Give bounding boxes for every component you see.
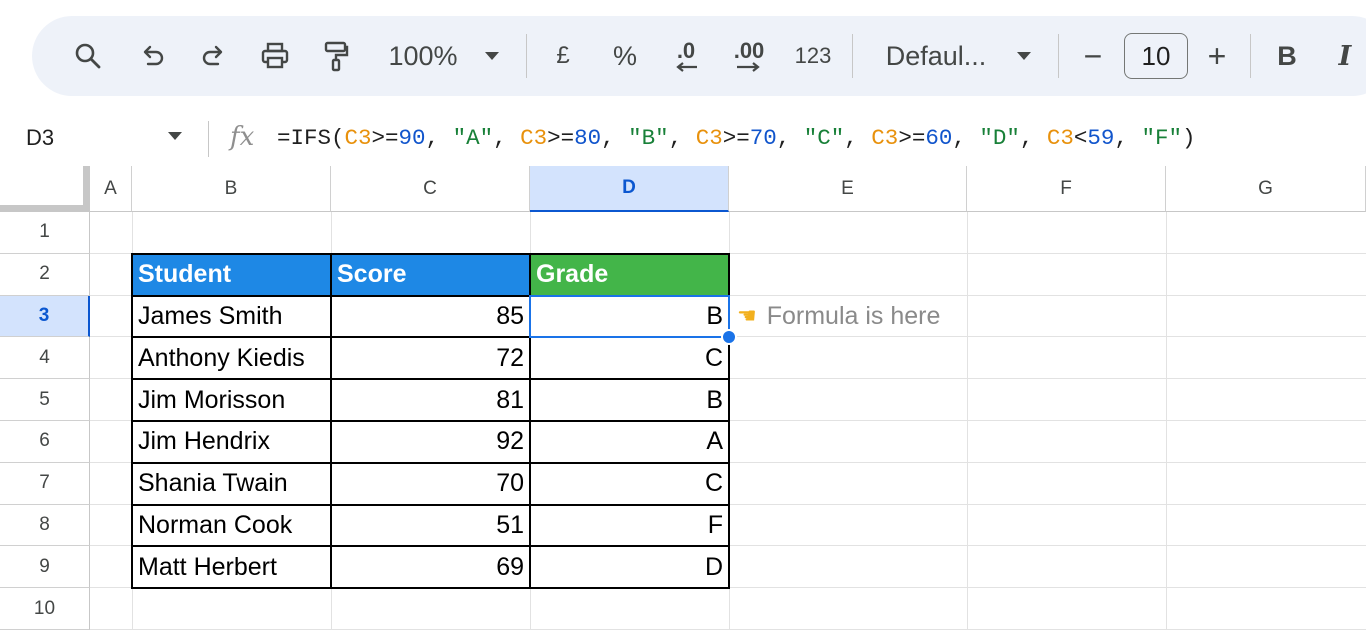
row-header-2[interactable]: 2 [0,253,90,296]
row-header-9[interactable]: 9 [0,546,90,589]
select-all-corner[interactable] [0,166,90,212]
formula-token: ) [1181,125,1196,151]
percent-button[interactable]: % [608,16,642,96]
formula-token: =IFS( [277,125,345,151]
formula-note: ☚ Formula is here [737,296,940,338]
row-header-8[interactable]: 8 [0,504,90,547]
toolbar-divider [852,34,853,78]
column-header-b[interactable]: B [132,166,331,212]
column-header-e[interactable]: E [729,166,967,212]
row-header-10[interactable]: 10 [0,588,90,630]
table-border-horizontal [132,461,729,464]
row-header-3[interactable]: 3 [0,295,90,338]
table-border-horizontal [132,545,729,548]
row-header-6[interactable]: 6 [0,421,90,463]
column-header-g[interactable]: G [1166,166,1366,212]
row-header-1[interactable]: 1 [0,212,90,254]
column-header-d[interactable]: D [530,166,729,212]
decrease-decimal-button[interactable]: .0 [666,16,706,96]
formula-token: "F" [1141,125,1182,151]
formula-token: , [776,125,804,151]
gridline-vertical [1166,212,1167,630]
formula-token: "C" [803,125,845,151]
formula-token: 80 [574,125,602,151]
freeze-row-handle[interactable] [0,205,90,211]
increase-decimal-label: .00 [733,38,765,63]
chevron-down-icon[interactable] [480,16,504,96]
decrease-font-size-button[interactable]: − [1078,16,1108,96]
formula-note-text: Formula is here [766,301,941,330]
formula-token: "A" [452,125,494,151]
gridline-vertical [967,212,968,630]
column-header-c[interactable]: C [331,166,530,212]
formula-token: >= [898,125,926,151]
formula-token: C3 [695,125,723,151]
row-header-7[interactable]: 7 [0,462,90,505]
arrow-right-icon [737,62,760,72]
formula-token: C3 [871,125,899,151]
fx-icon: fx [230,122,255,152]
toolbar-divider [526,34,527,78]
toolbar-divider [1058,34,1059,78]
formula-token: , [601,125,629,151]
table-border-horizontal [132,378,729,381]
undo-icon[interactable] [134,16,172,96]
search-icon[interactable] [68,16,108,96]
formula-token: , [425,125,453,151]
chevron-down-icon[interactable] [1012,16,1036,96]
formula-token: C3 [1046,125,1074,151]
increase-decimal-button[interactable]: .00 [728,16,770,96]
formula-token: , [952,125,980,151]
row-header-4[interactable]: 4 [0,337,90,380]
font-size-input[interactable]: 10 [1124,33,1188,79]
active-cell-d3[interactable] [529,294,730,339]
toolbar: 100% £ % .0 .00 123 Defaul... − 10 + B I [32,16,1366,96]
formula-token: >= [547,125,575,151]
formula-token: >= [371,125,399,151]
table-border-horizontal [132,503,729,506]
formula-input[interactable]: =IFS(C3>=90, "A", C3>=80, "B", C3>=70, "… [277,112,1195,166]
row-header-5[interactable]: 5 [0,379,90,421]
formula-token: , [844,125,872,151]
formula-token: "B" [628,125,669,151]
currency-button[interactable]: £ [548,16,578,96]
spreadsheet-app: 100% £ % .0 .00 123 Defaul... − 10 + B I… [0,0,1366,630]
formula-token: >= [722,125,750,151]
formula-token: , [1019,125,1047,151]
toolbar-divider [1250,34,1251,78]
formula-token: 60 [925,125,953,151]
decrease-decimal-label: .0 [676,38,696,63]
print-icon[interactable] [254,16,296,96]
formula-token: 70 [749,125,777,151]
pointing-hand-icon: ☚ [737,303,757,329]
paint-format-icon[interactable] [316,16,356,96]
formula-bar-divider [208,121,209,157]
chevron-down-icon[interactable] [168,132,182,140]
formula-token: , [668,125,696,151]
formula-token: "D" [979,125,1020,151]
column-header-a[interactable]: A [90,166,132,212]
arrow-left-icon [676,62,697,72]
formula-token: C3 [520,125,548,151]
font-select[interactable]: Defaul... [880,16,992,96]
table-border-horizontal [132,420,729,422]
zoom-select[interactable]: 100% [382,16,464,96]
formula-token: , [1114,125,1142,151]
italic-button[interactable]: I [1330,16,1360,96]
formula-token: , [493,125,521,151]
fill-handle[interactable] [721,329,737,346]
column-header-f[interactable]: F [967,166,1166,212]
formula-token: 90 [398,125,426,151]
number-format-button[interactable]: 123 [788,16,838,96]
formula-token: 59 [1087,125,1115,151]
formula-bar: D3 fx =IFS(C3>=90, "A", C3>=80, "B", C3>… [0,112,1366,166]
formula-token: C3 [344,125,372,151]
redo-icon[interactable] [194,16,232,96]
increase-font-size-button[interactable]: + [1202,16,1232,96]
formula-token: < [1073,125,1088,151]
sheet-grid[interactable]: A B C D E F G 1 2 3 4 5 6 7 8 9 10 Student Score Grade James… [0,166,1366,630]
bold-button[interactable]: B [1270,16,1304,96]
name-box[interactable]: D3 [26,112,54,166]
